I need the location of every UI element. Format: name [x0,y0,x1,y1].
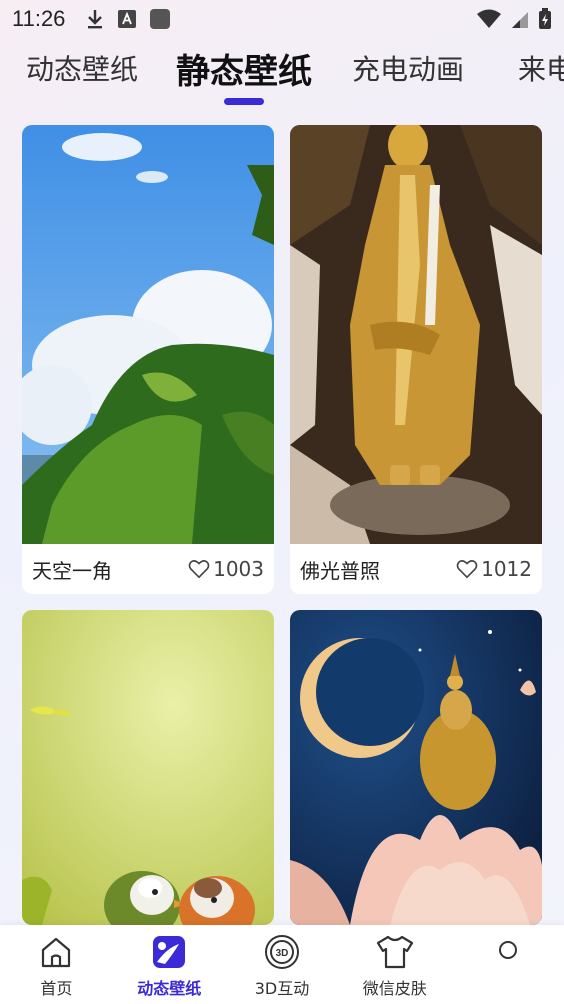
nav-item-3d-interactive[interactable]: 3D 3D互动 [226,925,339,1004]
active-tab-indicator [224,98,264,105]
heart-icon [456,560,478,579]
heart-icon [188,560,210,579]
home-icon [42,937,71,968]
status-bar: 11:26 [0,0,564,38]
wallpaper-thumbnail[interactable] [22,125,274,544]
nav-item-dynamic-wallpaper[interactable]: 动态壁纸 [113,925,226,1004]
wallpaper-thumbnail[interactable] [22,610,274,925]
signal-icon [512,12,528,28]
tab-incoming-call[interactable]: 来电 [518,48,564,88]
birds-image [22,610,274,925]
wallpaper-card[interactable]: 天空一角 1003 [22,125,274,594]
sky-tree-image [22,125,274,544]
like-counter[interactable]: 1003 [188,557,264,581]
battery-charging-icon [539,8,551,29]
category-tabs: 动态壁纸 静态壁纸 充电动画 来电 [0,38,564,108]
nav-label: 微信皮肤 [362,979,427,998]
tab-charging-animation[interactable]: 充电动画 [352,48,464,88]
card-info: 天空一角 1003 [22,544,274,594]
like-count: 1003 [213,557,264,581]
moon-buddha-lotus-image [290,610,542,925]
card-info: 佛光普照 1012 [290,544,542,594]
wallpaper-card[interactable] [290,610,542,925]
tshirt-icon [376,935,413,969]
nav-item-wechat-skin[interactable]: 微信皮肤 [338,925,451,1004]
circle-icon [498,941,517,959]
tab-static-wallpaper[interactable]: 静态壁纸 [176,44,312,93]
nav-item-home[interactable]: 首页 [0,925,113,1004]
nav-label: 3D互动 [254,979,310,998]
wallpaper-title: 佛光普照 [300,558,380,583]
tab-dynamic-wallpaper[interactable]: 动态壁纸 [26,48,138,88]
wallpaper-thumbnail[interactable] [290,610,542,925]
download-icon [88,10,103,29]
wallpaper-card[interactable] [22,610,274,925]
3d-icon: 3D [264,935,299,969]
like-count: 1012 [481,557,532,581]
wallpaper-card[interactable]: 佛光普照 1012 [290,125,542,594]
wallpaper-icon [153,936,186,968]
status-time: 11:26 [12,6,66,31]
nav-label: 动态壁纸 [137,979,202,998]
app-notification-icon [150,9,171,29]
wifi-icon [477,9,501,28]
like-counter[interactable]: 1012 [456,557,532,581]
svg-text:3D: 3D [276,948,289,959]
wallpaper-thumbnail[interactable] [290,125,542,544]
nav-item-profile[interactable] [451,925,564,1004]
bottom-navigation: 首页 动态壁纸 3D 3D互动 微信皮肤 [0,925,564,1004]
wallpaper-title: 天空一角 [32,558,112,583]
nav-label: 首页 [40,979,73,998]
text-app-icon [118,10,137,28]
golden-buddha-image [290,125,542,544]
